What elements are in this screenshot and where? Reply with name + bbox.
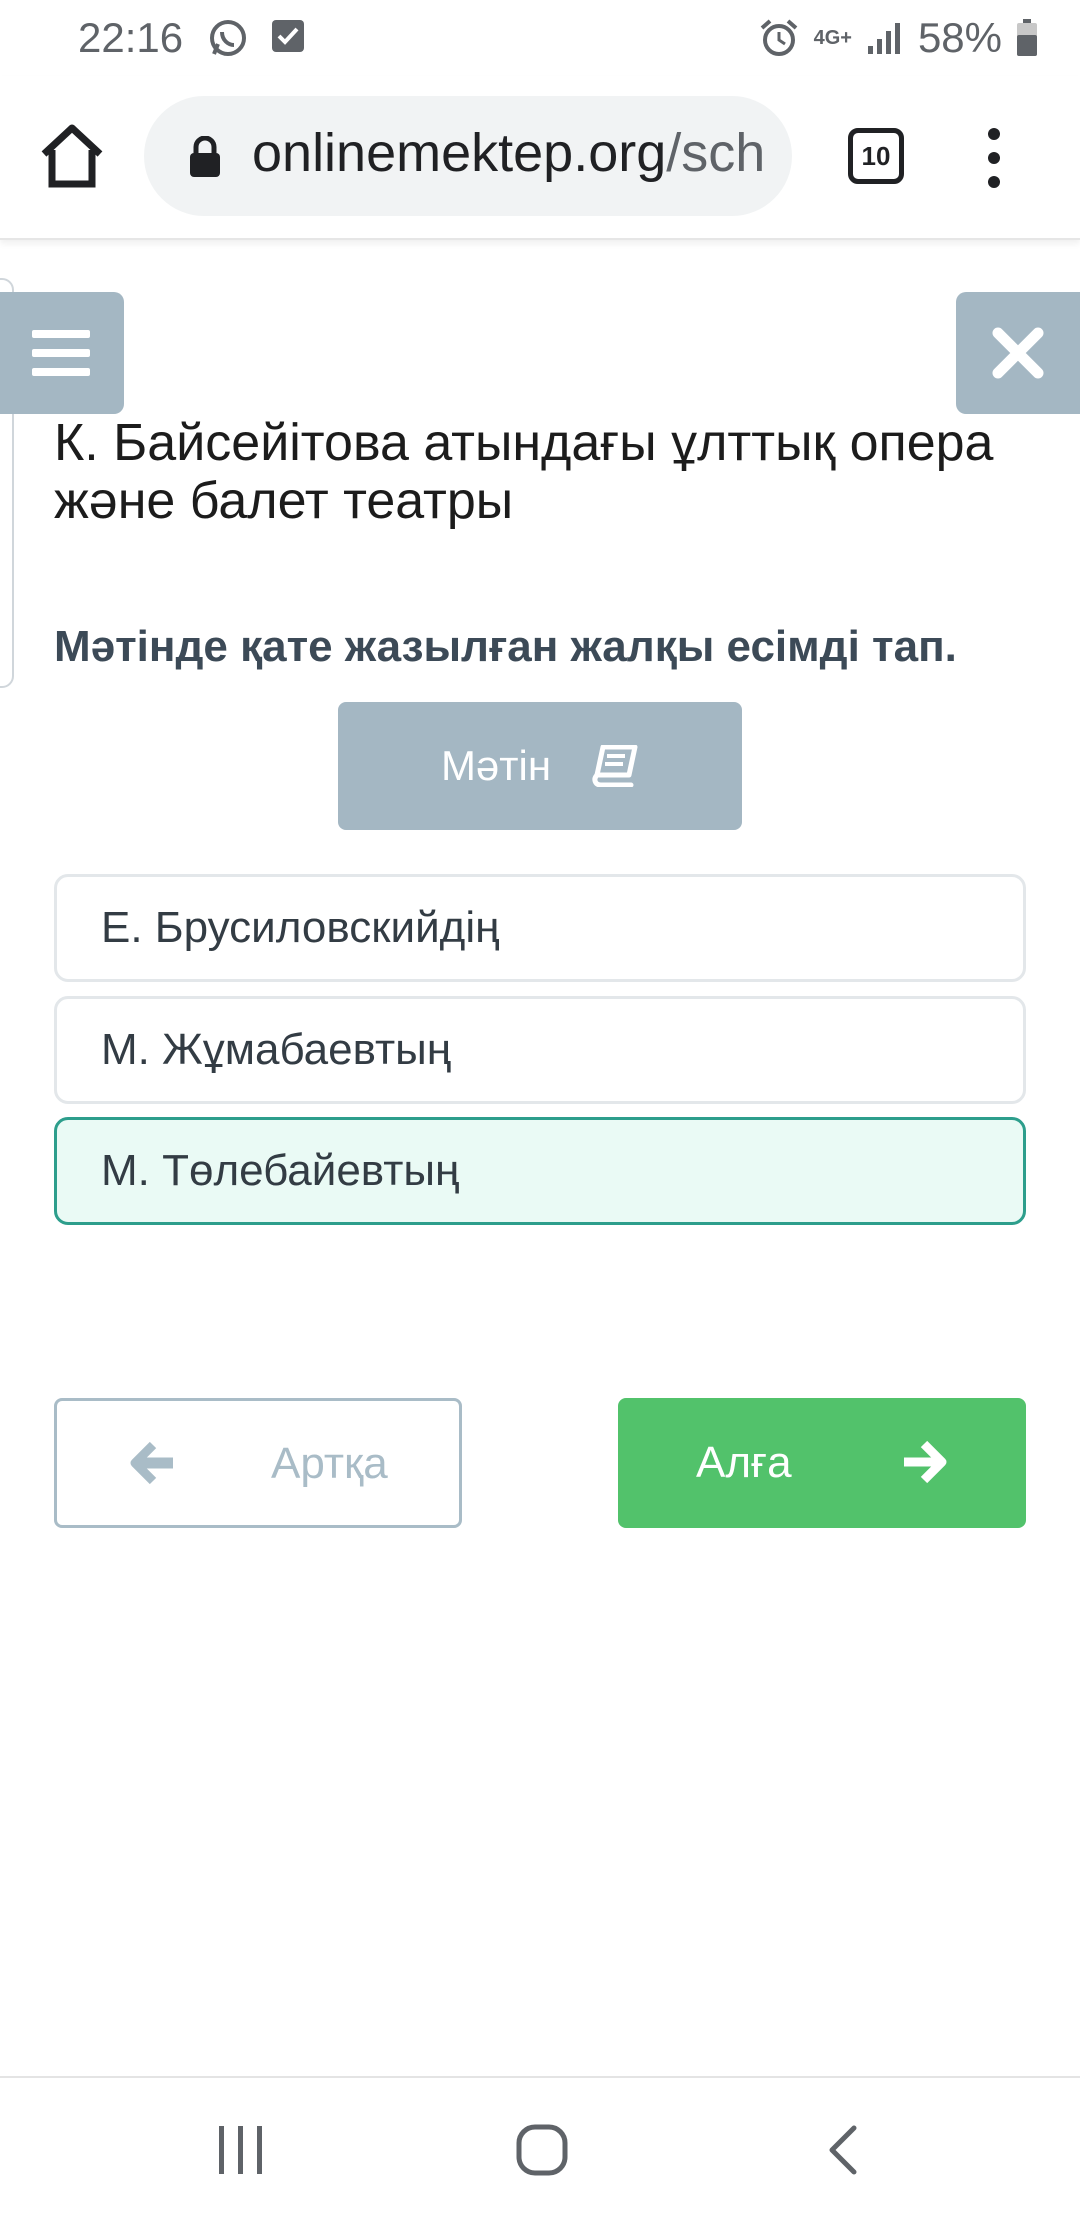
menu-toggle-button[interactable] (0, 292, 124, 414)
battery-percent: 58% (917, 14, 1002, 61)
network-type: 4G+ (813, 26, 852, 49)
page-title: К. Байсейітова атындағы ұлттық опера жән… (54, 414, 994, 530)
whatsapp-icon (210, 20, 246, 56)
status-right: 4G+ 58% (758, 14, 1038, 62)
url-text: onlinemektep.org/sch (252, 122, 765, 184)
answer-option-3-selected[interactable]: М. Төлебайевтың (54, 1117, 1026, 1225)
answer-option-label: М. Жұмабаевтың (101, 1025, 452, 1074)
text-button[interactable]: Мәтін (338, 702, 742, 830)
system-nav-bar (0, 2076, 1080, 2220)
question-text: Мәтінде қате жазылған жалқы есімді тап. (54, 622, 957, 671)
tab-count: 10 (861, 140, 891, 171)
back-button[interactable]: Артқа (54, 1398, 462, 1528)
home-icon[interactable] (34, 118, 110, 194)
battery-icon (1017, 19, 1037, 56)
hamburger-icon (32, 330, 90, 376)
text-button-label: Мәтін (440, 742, 552, 789)
more-options-icon[interactable] (976, 126, 1012, 190)
answer-option-label: Е. Брусиловскийдің (101, 903, 500, 952)
browser-toolbar: onlinemektep.org/sch 10 (0, 76, 1080, 240)
next-button-label: Алға (696, 1438, 792, 1487)
status-bar: 22:16 4G+ 58% (0, 0, 1080, 76)
lock-icon (190, 136, 220, 177)
arrow-right-icon (904, 1440, 947, 1484)
tab-switcher-button[interactable]: 10 (848, 128, 904, 184)
close-icon (992, 327, 1044, 379)
status-time: 22:16 (78, 14, 184, 61)
close-button[interactable] (956, 292, 1080, 414)
signal-icon (867, 23, 900, 54)
url-path: /sch (666, 123, 766, 183)
arrow-left-icon (130, 1441, 173, 1485)
alarm-icon (760, 19, 797, 56)
answer-option-label: М. Төлебайевтың (101, 1146, 460, 1195)
back-button-label: Артқа (271, 1439, 388, 1488)
nav-back-icon[interactable] (822, 2122, 862, 2178)
book-icon (592, 745, 638, 787)
recents-icon[interactable] (216, 2122, 266, 2178)
url-domain: onlinemektep.org (252, 123, 667, 183)
checkbox-notification-icon (272, 20, 304, 52)
answer-option-2[interactable]: М. Жұмабаевтың (54, 996, 1026, 1104)
address-bar[interactable]: onlinemektep.org/sch (144, 96, 792, 216)
answer-option-1[interactable]: Е. Брусиловскийдің (54, 874, 1026, 982)
next-button[interactable]: Алға (618, 1398, 1026, 1528)
nav-home-icon[interactable] (514, 2122, 570, 2178)
